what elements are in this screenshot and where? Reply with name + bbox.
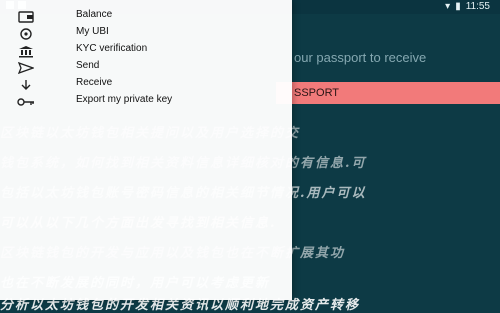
wifi-icon: ▾ xyxy=(445,1,451,12)
status-right: ▾ ▮ 11:55 xyxy=(445,1,490,12)
balance-icon xyxy=(17,10,35,24)
menu-item-send[interactable]: Send xyxy=(0,59,292,76)
menu-item-label: KYC verification xyxy=(76,43,148,54)
navigation-drawer: Balance My UBI KYC verification Send Rec… xyxy=(0,0,292,300)
ubi-icon xyxy=(17,27,35,41)
key-icon xyxy=(17,95,35,109)
battery-icon: ▮ xyxy=(455,1,461,12)
menu-item-receive[interactable]: Receive xyxy=(0,76,292,93)
menu-item-label: Send xyxy=(76,60,100,71)
menu-item-kyc-verification[interactable]: KYC verification xyxy=(0,42,292,59)
passport-button[interactable]: SSPORT xyxy=(276,82,500,104)
send-icon xyxy=(17,61,35,75)
receive-icon xyxy=(17,78,35,92)
menu-item-label: Receive xyxy=(76,77,113,88)
menu-item-label: Balance xyxy=(76,9,113,20)
bank-icon xyxy=(17,44,35,58)
menu-item-label: Export my private key xyxy=(76,94,173,105)
menu-item-export-private-key[interactable]: Export my private key xyxy=(0,93,292,110)
menu-item-balance[interactable]: Balance xyxy=(0,8,292,25)
menu-item-my-ubi[interactable]: My UBI xyxy=(0,25,292,42)
clock: 11:55 xyxy=(465,1,490,12)
passport-prompt: our passport to receive xyxy=(294,50,427,65)
menu-item-label: My UBI xyxy=(76,26,109,37)
